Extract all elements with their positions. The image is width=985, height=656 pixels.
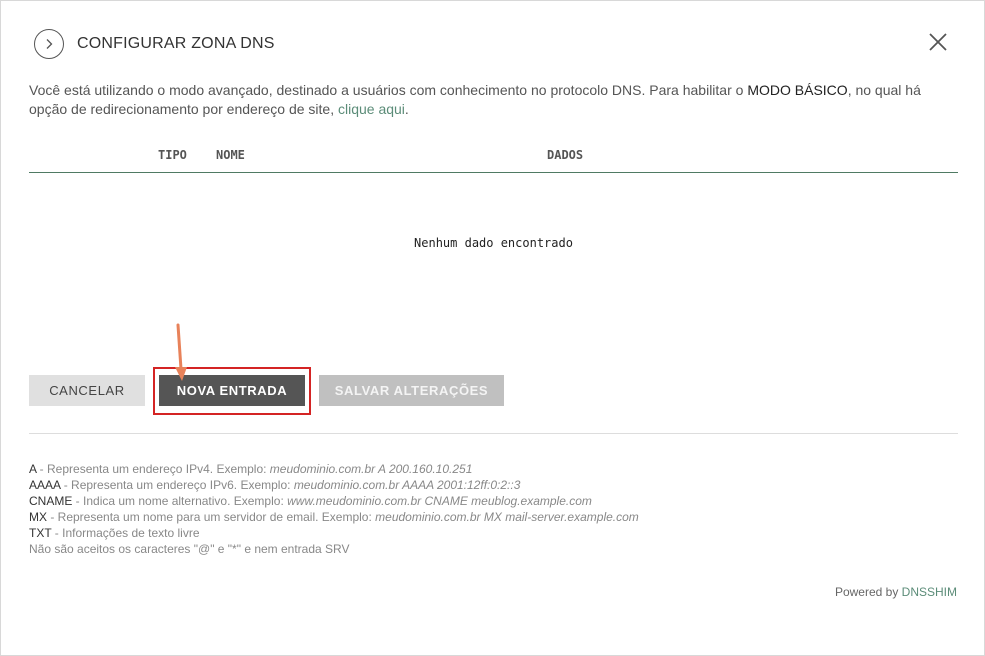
intro-text-part: . bbox=[404, 101, 409, 117]
legend-note: Não são aceitos os caracteres "@" e "*" … bbox=[29, 542, 350, 556]
divider bbox=[29, 433, 958, 434]
legend-example: www.meudominio.com.br CNAME meublog.exam… bbox=[287, 494, 592, 508]
arrow-down-icon bbox=[175, 323, 187, 381]
legend-item: A - Representa um endereço IPv4. Exemplo… bbox=[29, 461, 639, 477]
legend-example: meudominio.com.br A 200.160.10.251 bbox=[269, 462, 473, 476]
powered-by-label: Powered by bbox=[834, 585, 902, 599]
table-header: TIPO NOME DADOS bbox=[29, 146, 958, 173]
column-header-dados: DADOS bbox=[547, 148, 584, 162]
dnsshim-link[interactable]: DNSSHIM bbox=[902, 585, 957, 599]
chevron-right-icon bbox=[46, 39, 53, 49]
legend-desc: - Indica um nome alternativo. Exemplo: bbox=[72, 494, 288, 508]
column-header-nome: NOME bbox=[216, 148, 245, 162]
legend-desc: - Representa um nome para um servidor de… bbox=[47, 510, 376, 524]
legend-code: AAAA bbox=[29, 478, 61, 492]
legend-item: TXT - Informações de texto livre bbox=[29, 525, 639, 541]
legend-desc: - Informações de texto livre bbox=[51, 526, 200, 540]
intro-text: Você está utilizando o modo avançado, de… bbox=[29, 81, 959, 119]
record-type-legend: A - Representa um endereço IPv4. Exemplo… bbox=[29, 461, 639, 557]
powered-by: Powered by DNSSHIM bbox=[835, 585, 957, 599]
legend-desc: - Representa um endereço IPv4. Exemplo: bbox=[36, 462, 270, 476]
intro-text-part: Você está utilizando o modo avançado, de… bbox=[29, 82, 748, 98]
legend-code: TXT bbox=[29, 526, 52, 540]
legend-item: MX - Representa um nome para um servidor… bbox=[29, 509, 639, 525]
column-header-tipo: TIPO bbox=[158, 148, 187, 162]
legend-code: CNAME bbox=[29, 494, 73, 508]
dialog-header: CONFIGURAR ZONA DNS bbox=[34, 27, 275, 61]
expand-toggle-button[interactable] bbox=[34, 29, 64, 59]
dialog-title: CONFIGURAR ZONA DNS bbox=[77, 35, 275, 52]
legend-example: meudominio.com.br MX mail-server.example… bbox=[375, 510, 639, 524]
legend-item: CNAME - Indica um nome alternativo. Exem… bbox=[29, 493, 639, 509]
legend-item: AAAA - Representa um endereço IPv6. Exem… bbox=[29, 477, 639, 493]
close-button[interactable] bbox=[928, 32, 948, 52]
legend-desc: - Representa um endereço IPv6. Exemplo: bbox=[60, 478, 294, 492]
basic-mode-label: MODO BÁSICO bbox=[747, 82, 848, 98]
save-changes-button[interactable]: SALVAR ALTERAÇÕES bbox=[319, 375, 504, 406]
empty-table-message: Nenhum dado encontrado bbox=[414, 236, 573, 250]
close-icon bbox=[929, 33, 947, 51]
legend-example: meudominio.com.br AAAA 2001:12ff:0:2::3 bbox=[293, 478, 521, 492]
legend-code: MX bbox=[29, 510, 47, 524]
cancel-button[interactable]: CANCELAR bbox=[29, 375, 145, 406]
click-here-link[interactable]: clique aqui bbox=[338, 101, 405, 117]
